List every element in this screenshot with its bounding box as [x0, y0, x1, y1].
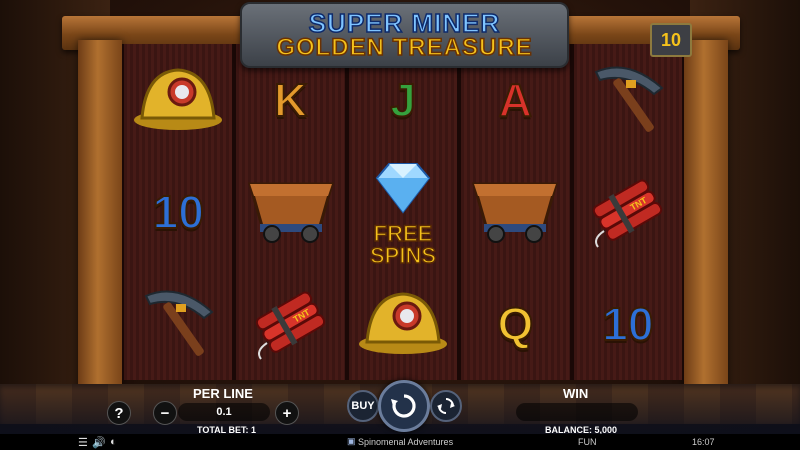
pickaxe-icon	[138, 282, 218, 367]
help-button[interactable]: ?	[107, 401, 131, 425]
lines-count-badge: 10	[650, 23, 692, 57]
per-line-label: PER LINE	[193, 386, 253, 401]
logo-line1: SUPER MINER	[308, 8, 501, 38]
symbol-cell: TNT	[574, 156, 682, 268]
symbol-cell	[574, 44, 682, 156]
symbol-a: A	[498, 73, 533, 127]
reel-1: 10	[122, 44, 235, 380]
autoplay-icon	[437, 398, 455, 414]
symbol-cell	[461, 156, 569, 268]
dynamite-icon: TNT	[588, 171, 668, 254]
sound-icon[interactable]: 🔊	[92, 436, 106, 449]
free-spins-label: SPINS	[369, 242, 437, 268]
symbol-q: Q	[497, 297, 535, 351]
mode-label: FUN	[578, 437, 597, 447]
reel-5: TNT 10	[571, 44, 685, 380]
mine-cart-icon	[470, 174, 560, 251]
turbo-icon[interactable]: ◐	[110, 436, 117, 448]
symbol-cell: FREE SPINS	[349, 156, 457, 268]
diamond-icon	[363, 158, 443, 223]
miner-helmet-icon	[357, 286, 449, 363]
symbol-cell	[124, 268, 232, 380]
provider-name: Spinomenal Adventures	[358, 437, 454, 447]
miner-helmet-icon	[132, 62, 224, 139]
symbol-cell: 10	[574, 268, 682, 380]
free-spins-scatter: FREE SPINS	[363, 158, 443, 267]
symbol-10: 10	[601, 297, 654, 351]
logo-line2: GOLDEN TREASURE	[276, 34, 533, 61]
symbol-10: 10	[152, 185, 205, 239]
free-spins-label: FREE	[373, 220, 433, 246]
buy-button[interactable]: BUY	[347, 390, 379, 422]
symbol-cell: 10	[124, 156, 232, 268]
symbol-cell	[124, 44, 232, 156]
autoplay-button[interactable]	[430, 390, 462, 422]
mine-cart-icon	[246, 174, 336, 251]
reel-4: AQ	[459, 44, 572, 380]
spin-icon	[391, 394, 416, 418]
game-logo: SUPER MINER GOLDEN TREASURE	[240, 2, 569, 68]
status-bar: ☰ 🔊 ◐ ▣ Spinomenal Adventures FUN 16:07	[0, 434, 800, 450]
symbol-k: K	[273, 73, 308, 127]
symbol-cell: Q	[461, 268, 569, 380]
win-value-field	[516, 403, 638, 421]
reel-3: J FREE SPINS	[346, 44, 460, 380]
symbol-cell	[349, 268, 457, 380]
reel-2: K TNT	[234, 44, 347, 380]
spin-button[interactable]	[378, 380, 430, 432]
pickaxe-icon	[588, 58, 668, 143]
bet-decrease-button[interactable]: −	[153, 401, 177, 425]
clock: 16:07	[692, 437, 715, 447]
dynamite-icon: TNT	[251, 283, 331, 366]
symbol-cell: TNT	[236, 268, 344, 380]
per-line-value: 0.1	[178, 403, 270, 421]
symbol-cell	[236, 156, 344, 268]
bet-increase-button[interactable]: +	[275, 401, 299, 425]
menu-icon[interactable]: ☰	[78, 436, 88, 449]
symbol-j: J	[389, 73, 417, 127]
wooden-post-right	[684, 40, 728, 400]
provider-logo-icon: ▣	[347, 436, 356, 446]
win-label: WIN	[563, 386, 589, 401]
reel-grid: 10 K TNT J FREE SPINS A Q TNT 10	[122, 44, 685, 380]
wooden-post-left	[78, 40, 122, 400]
